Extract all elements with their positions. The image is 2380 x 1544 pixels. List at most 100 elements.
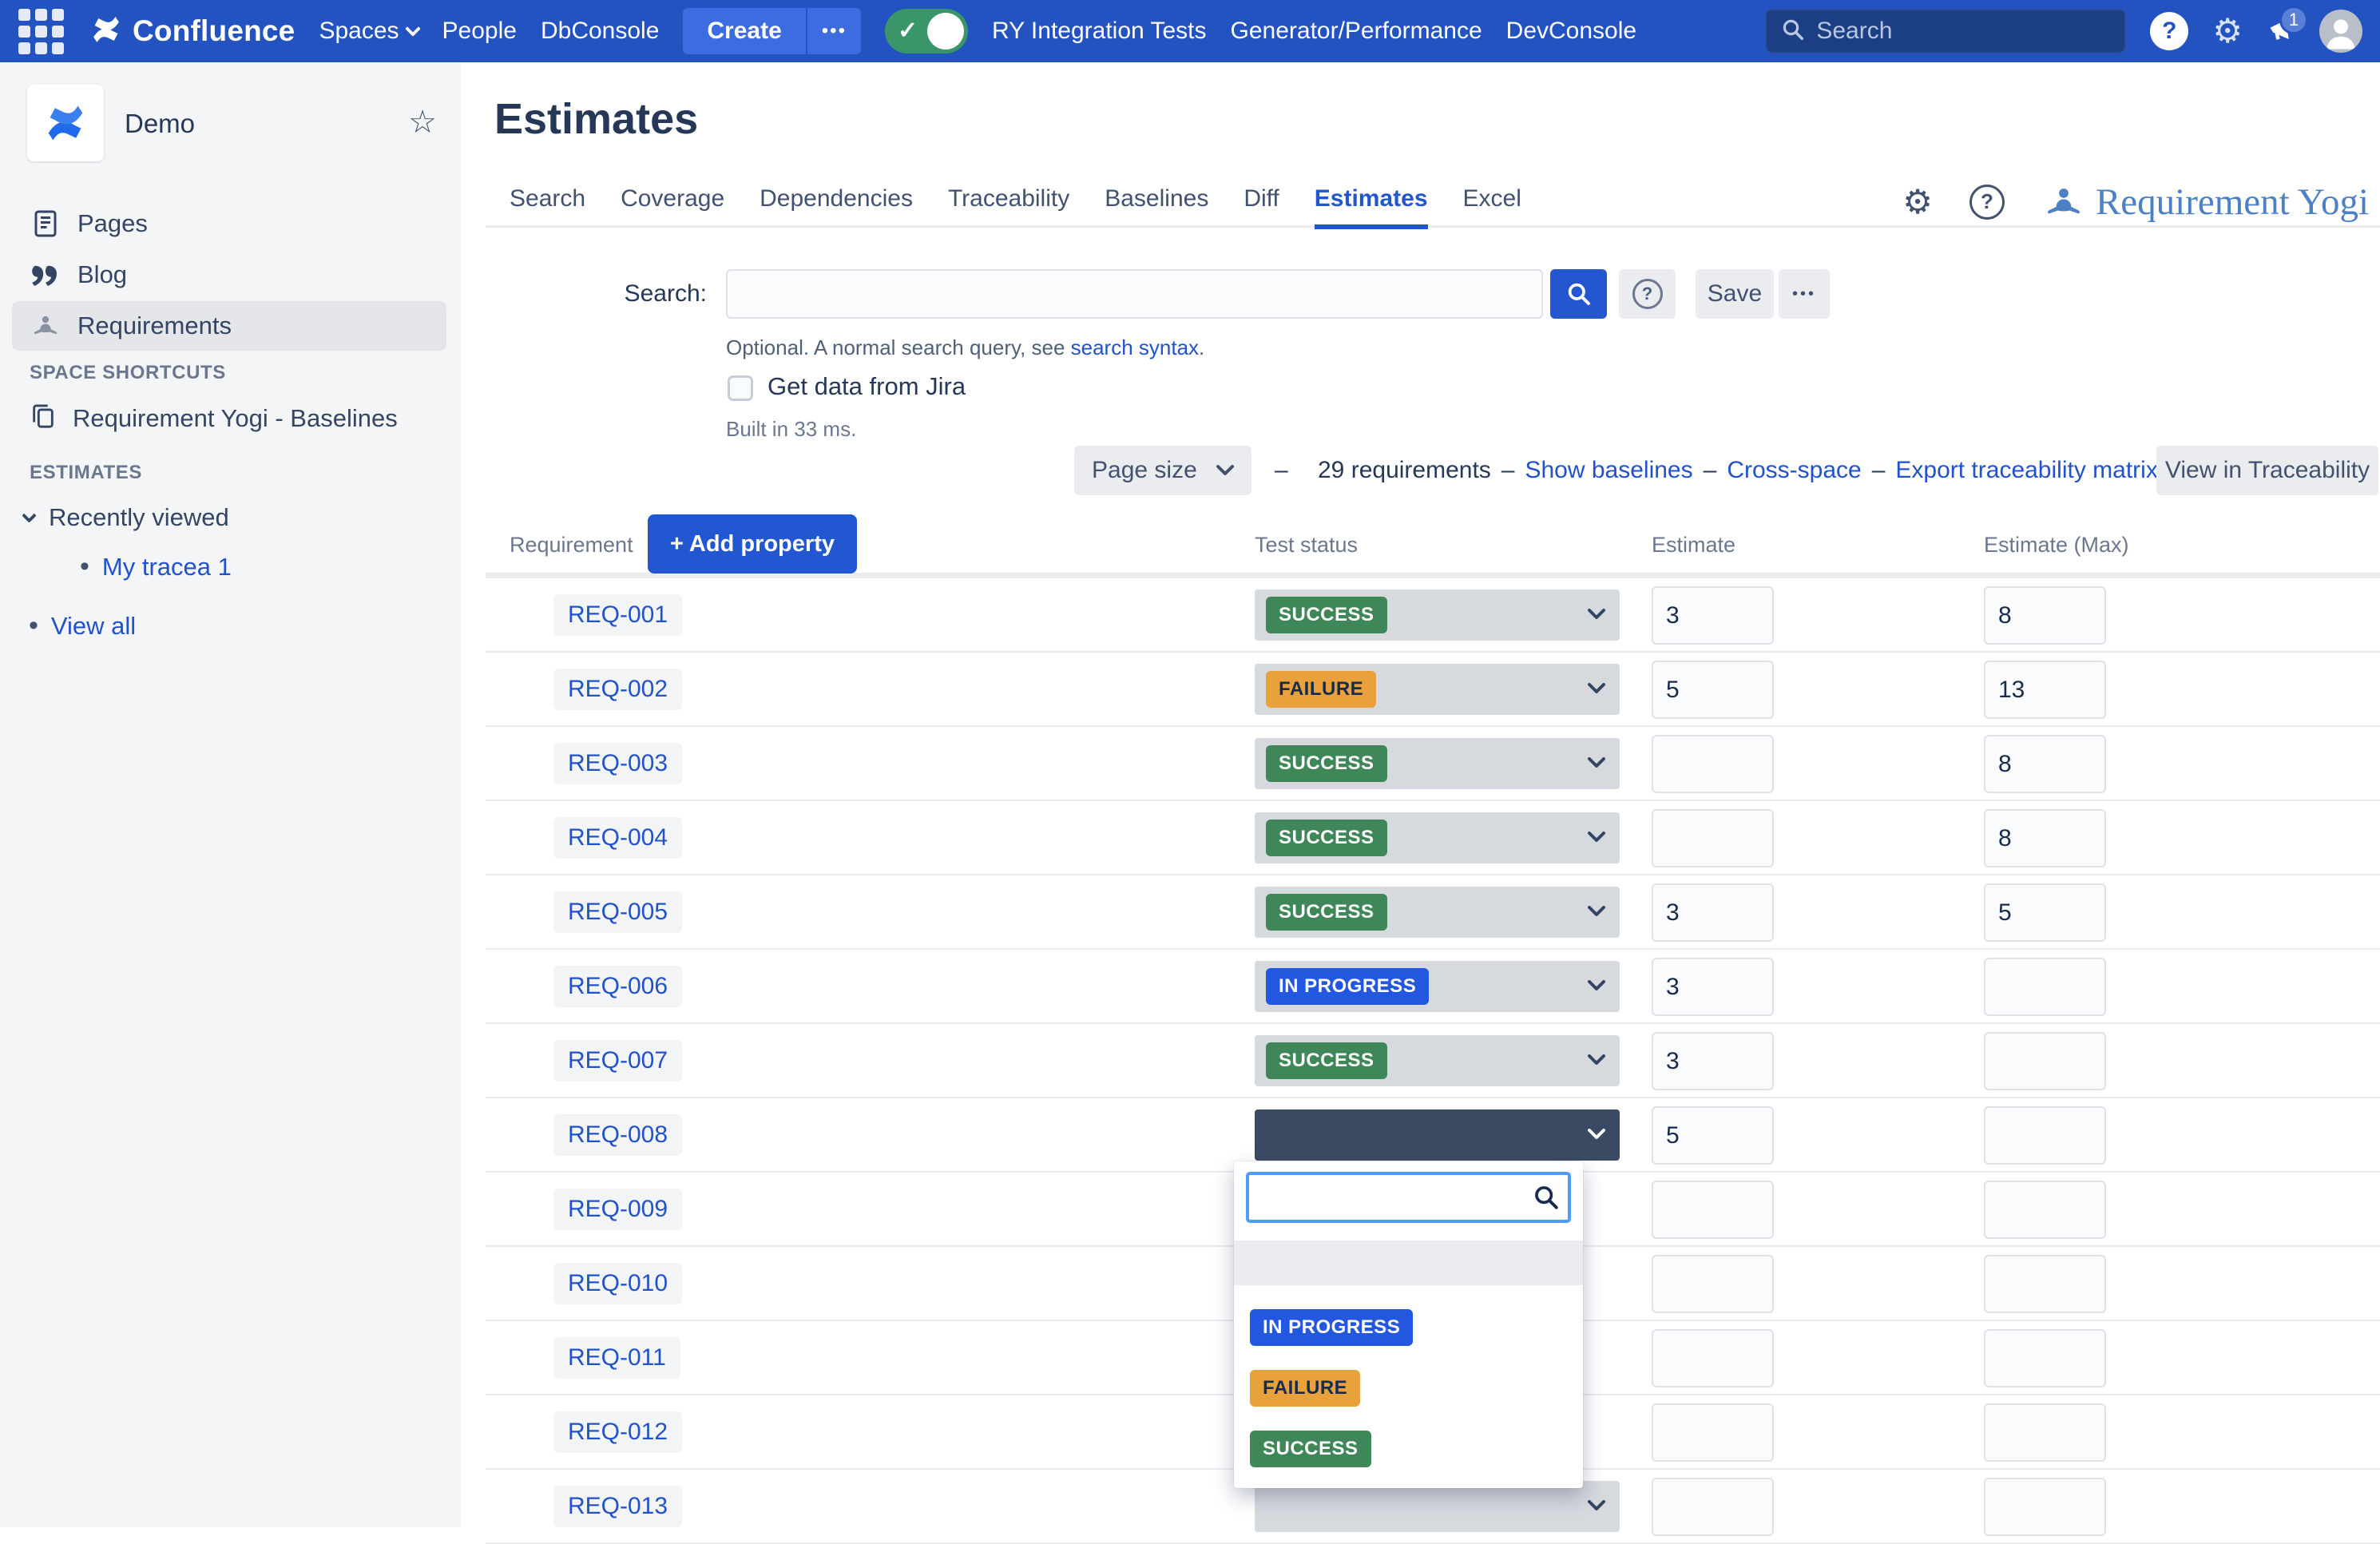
sidebar-item-requirements[interactable]: Requirements: [12, 301, 446, 351]
tab-coverage[interactable]: Coverage: [621, 175, 724, 227]
add-property-button[interactable]: + Add property: [648, 514, 857, 574]
estimate-max-input[interactable]: [1984, 735, 2106, 793]
requirement-link[interactable]: REQ-001: [568, 601, 668, 628]
search-submit-button[interactable]: [1550, 269, 1607, 319]
requirement-link[interactable]: REQ-002: [568, 676, 668, 702]
requirement-link[interactable]: REQ-013: [568, 1493, 668, 1519]
status-option-failure[interactable]: FAILURE: [1234, 1346, 1583, 1407]
estimate-input[interactable]: [1652, 735, 1774, 793]
requirement-link[interactable]: REQ-009: [568, 1196, 668, 1222]
estimate-max-input[interactable]: [1984, 1255, 2106, 1313]
tab-excel[interactable]: Excel: [1463, 175, 1521, 227]
sidebar-item-blog[interactable]: Blog: [12, 250, 446, 300]
status-option-empty[interactable]: [1234, 1240, 1583, 1285]
query-input[interactable]: [726, 269, 1543, 319]
estimate-max-input[interactable]: [1984, 661, 2106, 719]
feature-toggle[interactable]: ✓: [885, 9, 968, 54]
test-status-select[interactable]: SUCCESS: [1255, 812, 1620, 863]
tab-baselines[interactable]: Baselines: [1105, 175, 1208, 227]
requirement-link[interactable]: REQ-008: [568, 1121, 668, 1148]
confluence-logo[interactable]: Confluence: [88, 11, 295, 52]
estimate-max-input[interactable]: [1984, 958, 2106, 1016]
estimate-input[interactable]: [1652, 661, 1774, 719]
requirement-link[interactable]: REQ-004: [568, 824, 668, 851]
view-in-traceability-button[interactable]: View in Traceability: [2156, 446, 2378, 495]
settings-button[interactable]: ⚙: [2212, 14, 2243, 48]
requirement-link[interactable]: REQ-005: [568, 899, 668, 925]
test-status-select[interactable]: IN PROGRESS: [1255, 961, 1620, 1012]
estimate-input[interactable]: [1652, 809, 1774, 867]
nav-ry-integration-tests[interactable]: RY Integration Tests: [992, 18, 1207, 45]
requirement-link[interactable]: REQ-011: [568, 1344, 666, 1371]
test-status-select[interactable]: FAILURE: [1255, 664, 1620, 715]
tab-diff[interactable]: Diff: [1244, 175, 1279, 227]
estimate-input[interactable]: [1652, 1255, 1774, 1313]
search-help-button[interactable]: ?: [1619, 269, 1676, 319]
requirement-link[interactable]: REQ-003: [568, 750, 668, 776]
view-all-link[interactable]: View all: [51, 612, 136, 641]
recently-viewed-toggle[interactable]: Recently viewed: [24, 503, 229, 532]
nav-people[interactable]: People: [442, 18, 517, 45]
more-options-button[interactable]: •••: [1779, 269, 1830, 319]
estimate-max-input[interactable]: [1984, 1106, 2106, 1165]
requirement-link[interactable]: REQ-012: [568, 1419, 668, 1445]
estimate-max-input[interactable]: [1984, 1478, 2106, 1536]
link-show-baselines[interactable]: Show baselines: [1525, 457, 1692, 484]
create-button[interactable]: Create: [683, 8, 805, 54]
estimate-input[interactable]: [1652, 1106, 1774, 1165]
estimate-max-input[interactable]: [1984, 1329, 2106, 1387]
test-status-select[interactable]: [1255, 1109, 1620, 1161]
recent-link-my-tracea-1[interactable]: My tracea 1: [102, 553, 232, 581]
nav-spaces[interactable]: Spaces: [319, 18, 418, 45]
status-option-in-progress[interactable]: IN PROGRESS: [1234, 1285, 1583, 1346]
settings-gear-icon[interactable]: ⚙: [1902, 185, 1933, 219]
nav-devconsole[interactable]: DevConsole: [1506, 18, 1636, 45]
estimate-input[interactable]: [1652, 1329, 1774, 1387]
nav-dbconsole[interactable]: DbConsole: [541, 18, 659, 45]
test-status-select[interactable]: SUCCESS: [1255, 738, 1620, 789]
estimate-input[interactable]: [1652, 1181, 1774, 1239]
search-syntax-link[interactable]: search syntax: [1071, 335, 1199, 359]
test-status-select[interactable]: [1255, 1481, 1620, 1532]
sidebar-item-pages[interactable]: Pages: [12, 199, 446, 248]
estimate-max-input[interactable]: [1984, 1403, 2106, 1462]
requirement-link[interactable]: REQ-006: [568, 973, 668, 999]
save-button[interactable]: Save: [1696, 269, 1774, 319]
global-search-input[interactable]: [1816, 18, 2110, 45]
tab-search[interactable]: Search: [510, 175, 585, 227]
estimate-max-input[interactable]: [1984, 586, 2106, 645]
tab-dependencies[interactable]: Dependencies: [760, 175, 913, 227]
page-size-dropdown[interactable]: Page size: [1074, 446, 1251, 495]
nav-generator-performance[interactable]: Generator/Performance: [1231, 18, 1482, 45]
create-more-button[interactable]: •••: [807, 8, 861, 54]
tab-estimates[interactable]: Estimates: [1315, 175, 1428, 227]
status-filter-input[interactable]: [1246, 1172, 1571, 1223]
estimate-input[interactable]: [1652, 958, 1774, 1016]
estimate-max-input[interactable]: [1984, 1032, 2106, 1090]
test-status-select[interactable]: SUCCESS: [1255, 887, 1620, 938]
link-export-traceability-matrix[interactable]: Export traceability matrix: [1895, 457, 2157, 484]
requirement-link[interactable]: REQ-010: [568, 1270, 668, 1296]
test-status-select[interactable]: SUCCESS: [1255, 589, 1620, 641]
estimate-max-input[interactable]: [1984, 1181, 2106, 1239]
star-icon[interactable]: ☆: [408, 104, 437, 141]
estimate-input[interactable]: [1652, 1403, 1774, 1462]
link-cross-space[interactable]: Cross-space: [1727, 457, 1861, 484]
estimate-input[interactable]: [1652, 1032, 1774, 1090]
estimate-input[interactable]: [1652, 586, 1774, 645]
help-icon[interactable]: ?: [1969, 185, 2005, 220]
estimate-input[interactable]: [1652, 1478, 1774, 1536]
requirement-link[interactable]: REQ-007: [568, 1047, 668, 1074]
estimate-max-input[interactable]: [1984, 883, 2106, 942]
user-avatar[interactable]: [2319, 10, 2362, 53]
global-search[interactable]: [1765, 9, 2126, 54]
status-option-success[interactable]: SUCCESS: [1234, 1407, 1583, 1467]
tab-traceability[interactable]: Traceability: [948, 175, 1069, 227]
help-button[interactable]: ?: [2150, 12, 2188, 50]
sidebar-item-requirement-yogi-baselines[interactable]: Requirement Yogi - Baselines: [0, 394, 461, 443]
test-status-select[interactable]: SUCCESS: [1255, 1035, 1620, 1086]
announcements-button[interactable]: 1: [2267, 15, 2295, 48]
get-data-from-jira-checkbox[interactable]: [728, 375, 753, 401]
app-switcher-icon[interactable]: [18, 8, 64, 54]
estimate-max-input[interactable]: [1984, 809, 2106, 867]
